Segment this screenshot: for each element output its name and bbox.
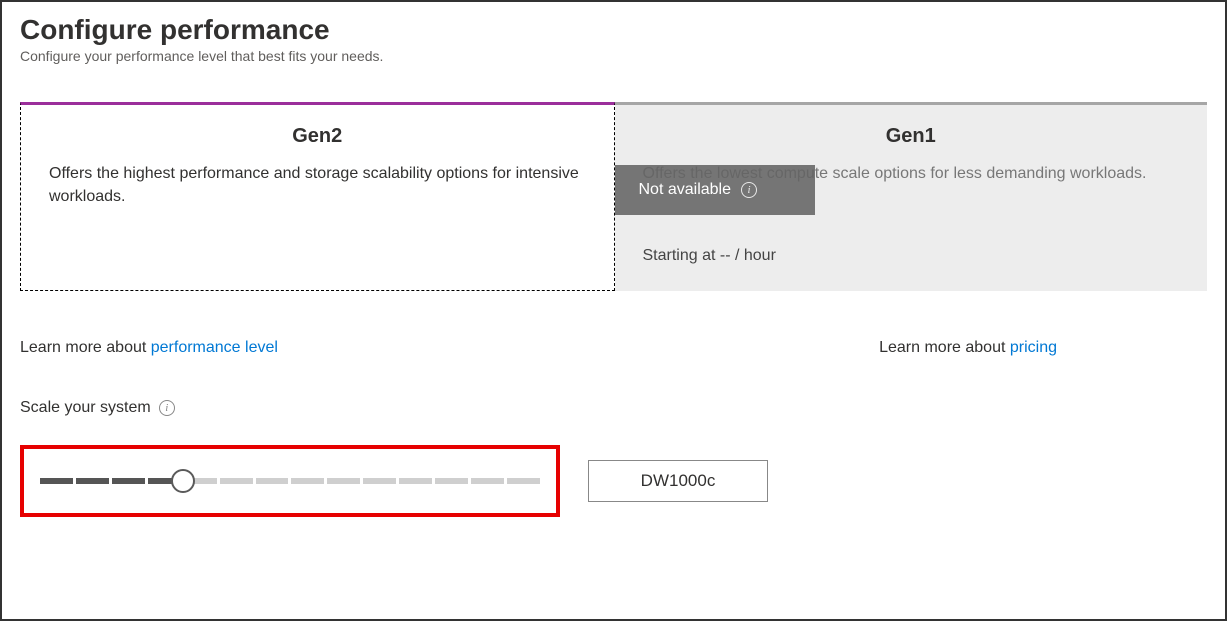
page-title: Configure performance xyxy=(20,14,1207,46)
slider-segment xyxy=(399,478,432,484)
option-gen1-price: Starting at -- / hour xyxy=(643,247,1180,265)
slider-segment xyxy=(220,478,253,484)
option-gen1-title: Gen1 xyxy=(643,125,1180,148)
slider-segment xyxy=(363,478,396,484)
scale-label-row: Scale your system i xyxy=(20,399,1207,417)
slider-highlight-box xyxy=(20,445,560,517)
learn-performance-prefix: Learn more about xyxy=(20,339,151,356)
scale-label: Scale your system xyxy=(20,399,151,417)
slider-segment xyxy=(112,478,145,484)
option-gen2-desc: Offers the highest performance and stora… xyxy=(49,162,586,208)
learn-more-row: Learn more about performance level Learn… xyxy=(20,339,1207,357)
slider-thumb[interactable] xyxy=(171,469,195,493)
slider-region: DW1000c xyxy=(20,445,1207,517)
page-subtitle: Configure your performance level that be… xyxy=(20,48,1207,64)
scale-slider[interactable] xyxy=(40,477,540,485)
slider-segment xyxy=(471,478,504,484)
info-icon: i xyxy=(741,182,757,198)
option-gen2[interactable]: Gen2 Offers the highest performance and … xyxy=(20,102,615,291)
slider-segment xyxy=(256,478,289,484)
scale-value-display: DW1000c xyxy=(588,460,768,502)
not-available-text: Not available xyxy=(639,181,732,199)
info-icon[interactable]: i xyxy=(159,400,175,416)
performance-level-link[interactable]: performance level xyxy=(151,339,278,356)
not-available-badge: Not available i xyxy=(615,165,815,215)
learn-pricing-prefix: Learn more about xyxy=(879,339,1010,356)
slider-segment xyxy=(435,478,468,484)
slider-segment xyxy=(40,478,73,484)
slider-segment xyxy=(327,478,360,484)
slider-segment xyxy=(507,478,540,484)
learn-performance: Learn more about performance level xyxy=(20,339,278,357)
option-gen2-title: Gen2 xyxy=(49,125,586,148)
learn-pricing: Learn more about pricing xyxy=(879,339,1057,357)
slider-segment xyxy=(76,478,109,484)
slider-segment xyxy=(291,478,324,484)
generation-options: Gen2 Offers the highest performance and … xyxy=(20,102,1207,291)
pricing-link[interactable]: pricing xyxy=(1010,339,1057,356)
option-gen1[interactable]: Gen1 Offers the lowest compute scale opt… xyxy=(615,102,1208,291)
